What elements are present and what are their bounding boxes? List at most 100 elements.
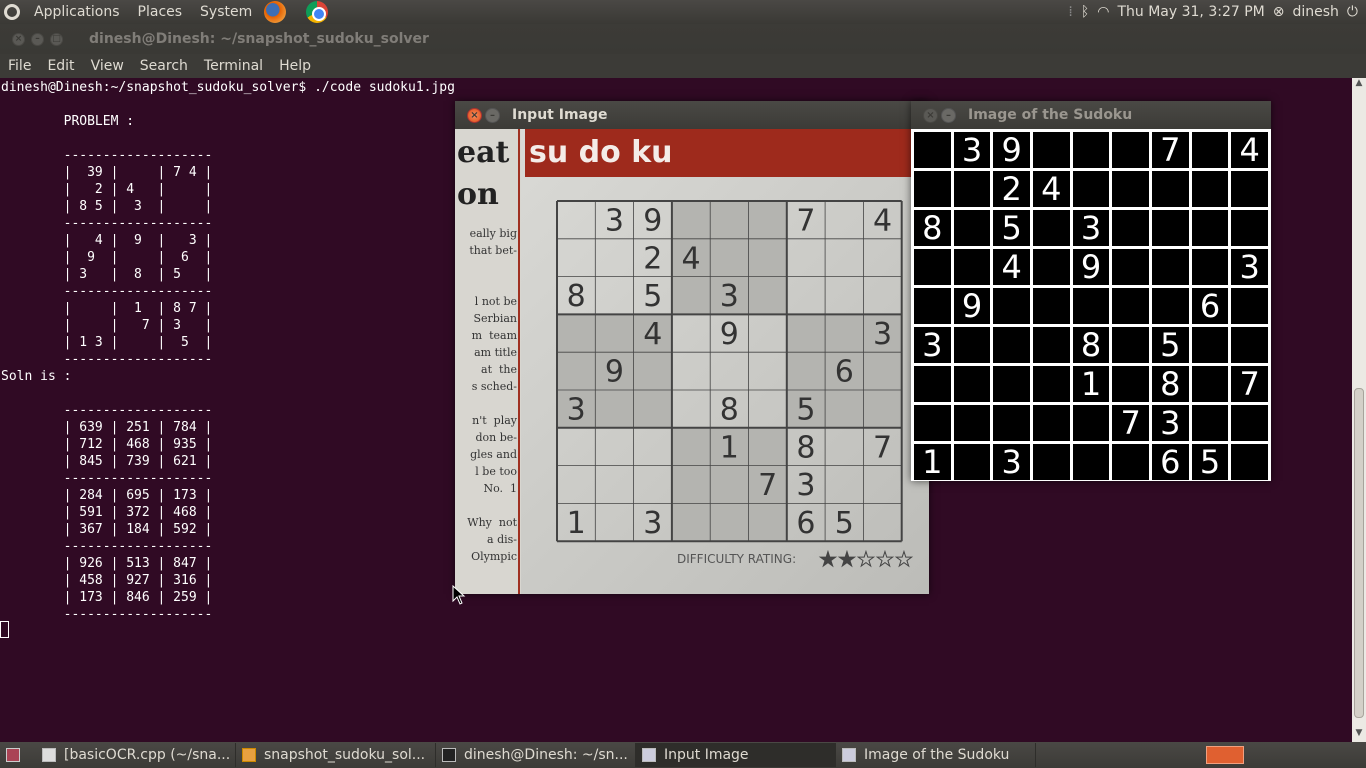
photo-digit: 5 [835, 506, 854, 541]
input-image-window[interactable]: × – Input Image 397424853493963851877313… [455, 101, 929, 594]
terminal-titlebar[interactable]: × – □ dinesh@Dinesh: ~/snapshot_sudoku_s… [0, 24, 1366, 54]
binarized-cell [1112, 249, 1149, 285]
scroll-down-icon[interactable]: ▼ [1352, 728, 1366, 742]
binarized-cell [1033, 366, 1070, 402]
power-icon[interactable]: ⏻ [1347, 4, 1358, 20]
terminal-menubar: File Edit View Search Terminal Help [0, 54, 1366, 78]
input-image-close-button[interactable]: × [467, 107, 482, 123]
menu-terminal[interactable]: Terminal [196, 58, 271, 74]
sudoku-image-minimize-button[interactable]: – [941, 107, 956, 123]
ubuntu-logo-icon[interactable] [4, 4, 20, 20]
photo-digit: 3 [873, 317, 892, 352]
show-desktop-icon [6, 748, 20, 762]
terminal-scrollbar[interactable]: ▲ ▼ [1352, 78, 1366, 742]
sudoku-image-close-button[interactable]: × [923, 107, 938, 123]
binarized-cell [1152, 288, 1189, 324]
input-image-titlebar[interactable]: × – Input Image [455, 101, 929, 129]
binarized-cell [993, 405, 1030, 441]
binarized-cell: 3 [1152, 405, 1189, 441]
binarized-cell [1191, 366, 1229, 402]
binarized-cell: 3 [1072, 210, 1110, 246]
taskbar-label: snapshot_sudoku_sol... [264, 747, 426, 763]
taskbar-item-folder[interactable]: snapshot_sudoku_sol... [236, 743, 436, 767]
taskbar-item-sudoku-image[interactable]: Image of the Sudoku [836, 743, 1036, 767]
menu-help[interactable]: Help [271, 58, 319, 74]
binarized-cell: 7 [1112, 405, 1149, 441]
scrollbar-thumb[interactable] [1354, 388, 1364, 718]
binarized-cell [953, 210, 991, 246]
menu-search[interactable]: Search [132, 58, 196, 74]
binarized-cell [1072, 132, 1110, 168]
binarized-cell: 5 [993, 210, 1030, 246]
scroll-up-icon[interactable]: ▲ [1352, 78, 1366, 92]
user-name[interactable]: dinesh [1292, 4, 1338, 20]
photo-digit: 4 [682, 241, 701, 276]
binarized-cell [953, 327, 991, 363]
binarized-cell [1191, 171, 1229, 207]
difficulty-stars: ★ ★ ★ ★ ★ [819, 547, 914, 572]
photo-digit: 3 [796, 468, 815, 503]
binarized-cell: 9 [993, 132, 1030, 168]
binarized-cell [1112, 132, 1149, 168]
input-image-minimize-button[interactable]: – [485, 107, 500, 123]
binarized-cell [953, 405, 991, 441]
photo-digit: 3 [720, 279, 739, 314]
firefox-icon[interactable] [264, 1, 287, 23]
binarized-cell [1191, 405, 1229, 441]
terminal-title: dinesh@Dinesh: ~/snapshot_sudoku_solver [89, 31, 429, 47]
show-desktop-button[interactable] [0, 743, 36, 767]
photo-digit: 4 [643, 317, 662, 352]
sudoku-image-window[interactable]: × – Image of the Sudoku 3974248534939638… [911, 101, 1271, 481]
binarized-cell: 6 [1191, 288, 1229, 324]
wifi-icon[interactable]: ◠ [1097, 4, 1109, 20]
binarized-cell [1231, 327, 1268, 363]
binarized-cell [1033, 444, 1070, 480]
menu-file[interactable]: File [0, 58, 39, 74]
folder-icon [242, 748, 256, 762]
photo-digit: 1 [567, 506, 586, 541]
binarized-cell [1191, 210, 1229, 246]
bluetooth-icon[interactable]: ᛒ [1081, 4, 1089, 20]
taskbar-item-input-image[interactable]: Input Image [636, 743, 836, 767]
binarized-sudoku: 39742485349396385187731365 [911, 129, 1271, 481]
difficulty-star-icon: ★ [895, 547, 913, 571]
terminal-close-button[interactable]: × [12, 32, 25, 46]
photo-digit: 9 [605, 355, 624, 390]
menu-places[interactable]: Places [136, 0, 185, 24]
binarized-cell [993, 327, 1030, 363]
binarized-cell [1191, 327, 1229, 363]
difficulty-star-icon: ★ [819, 547, 837, 571]
difficulty-star-icon: ★ [876, 547, 894, 571]
difficulty-label: DIFFICULTY RATING: [677, 552, 797, 566]
sudoku-image-titlebar[interactable]: × – Image of the Sudoku [911, 101, 1271, 129]
binarized-cell [993, 366, 1030, 402]
binarized-cell [914, 132, 951, 168]
taskbar: [basicOCR.cpp (~/sna... snapshot_sudoku_… [0, 742, 1366, 768]
photo-digit: 5 [643, 279, 662, 314]
envelope-icon[interactable]: ⁞ [1068, 4, 1072, 20]
taskbar-item-terminal[interactable]: dinesh@Dinesh: ~/sn... [436, 743, 636, 767]
masthead-left-2: on [457, 177, 499, 212]
photo-digit: 8 [567, 279, 586, 314]
terminal-minimize-button[interactable]: – [31, 32, 44, 46]
binarized-cell [1072, 405, 1110, 441]
menu-edit[interactable]: Edit [39, 58, 82, 74]
user-status-icon[interactable]: ⊗ [1273, 4, 1285, 20]
photo-digit: 6 [835, 355, 854, 390]
binarized-cell [914, 405, 951, 441]
binarized-cell [1231, 210, 1268, 246]
binarized-cell: 9 [1072, 249, 1110, 285]
taskbar-item-basicocr[interactable]: [basicOCR.cpp (~/sna... [36, 743, 236, 767]
menu-system[interactable]: System [198, 0, 254, 24]
menu-view[interactable]: View [83, 58, 132, 74]
workspace-switcher-icon[interactable] [1206, 746, 1244, 764]
clock[interactable]: Thu May 31, 3:27 PM [1117, 4, 1264, 20]
terminal-maximize-button[interactable]: □ [50, 32, 63, 46]
menu-applications[interactable]: Applications [32, 0, 122, 24]
binarized-cell [1231, 288, 1268, 324]
photo-digit: 1 [720, 430, 739, 465]
binarized-cell [1191, 132, 1229, 168]
binarized-cell [953, 366, 991, 402]
chrome-icon[interactable] [306, 1, 329, 23]
binarized-cell: 1 [914, 444, 951, 480]
